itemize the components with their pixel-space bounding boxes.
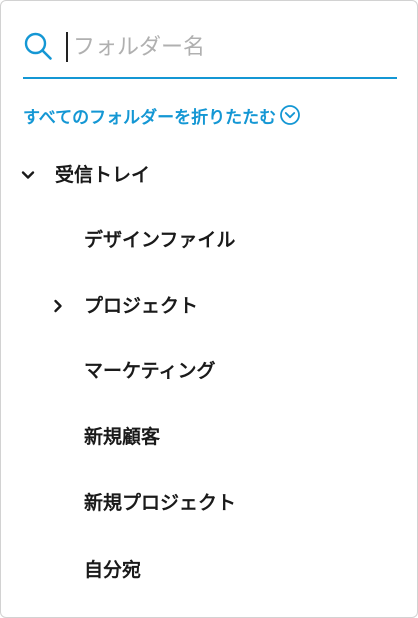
folder-label: デザインファイル [84, 229, 236, 251]
folder-item-projects[interactable]: プロジェクト [1, 283, 417, 329]
folder-item-to-me[interactable]: 自分宛 [1, 547, 417, 593]
folder-item-inbox[interactable]: 受信トレイ [1, 152, 417, 198]
collapse-all-folders-link[interactable]: すべてのフォルダーを折りたたむ [23, 102, 301, 128]
folder-label: 新規顧客 [84, 426, 161, 448]
folder-item-new-customers[interactable]: 新規顧客 [1, 414, 417, 460]
folder-label: マーケティング [84, 360, 216, 382]
folder-label: 自分宛 [84, 559, 142, 581]
folder-label: 新規プロジェクト [84, 492, 237, 514]
search-icon[interactable] [23, 31, 53, 61]
chevron-right-icon[interactable] [50, 298, 66, 314]
folder-item-new-projects[interactable]: 新規プロジェクト [1, 480, 417, 526]
folder-label: プロジェクト [84, 295, 199, 317]
folder-label: 受信トレイ [55, 164, 151, 186]
text-caret [66, 32, 68, 62]
folder-search-input[interactable] [73, 27, 383, 67]
folder-item-marketing[interactable]: マーケティング [1, 348, 417, 394]
chevron-down-icon[interactable] [20, 167, 36, 183]
folder-search [23, 21, 397, 79]
folder-item-design-files[interactable]: デザインファイル [1, 217, 417, 263]
collapse-all-label: すべてのフォルダーを折りたたむ [23, 107, 277, 128]
chevron-down-circle-icon [280, 105, 301, 125]
folder-panel: すべてのフォルダーを折りたたむ 受信トレイ デザインファイル プロジェクト マー… [0, 0, 418, 618]
